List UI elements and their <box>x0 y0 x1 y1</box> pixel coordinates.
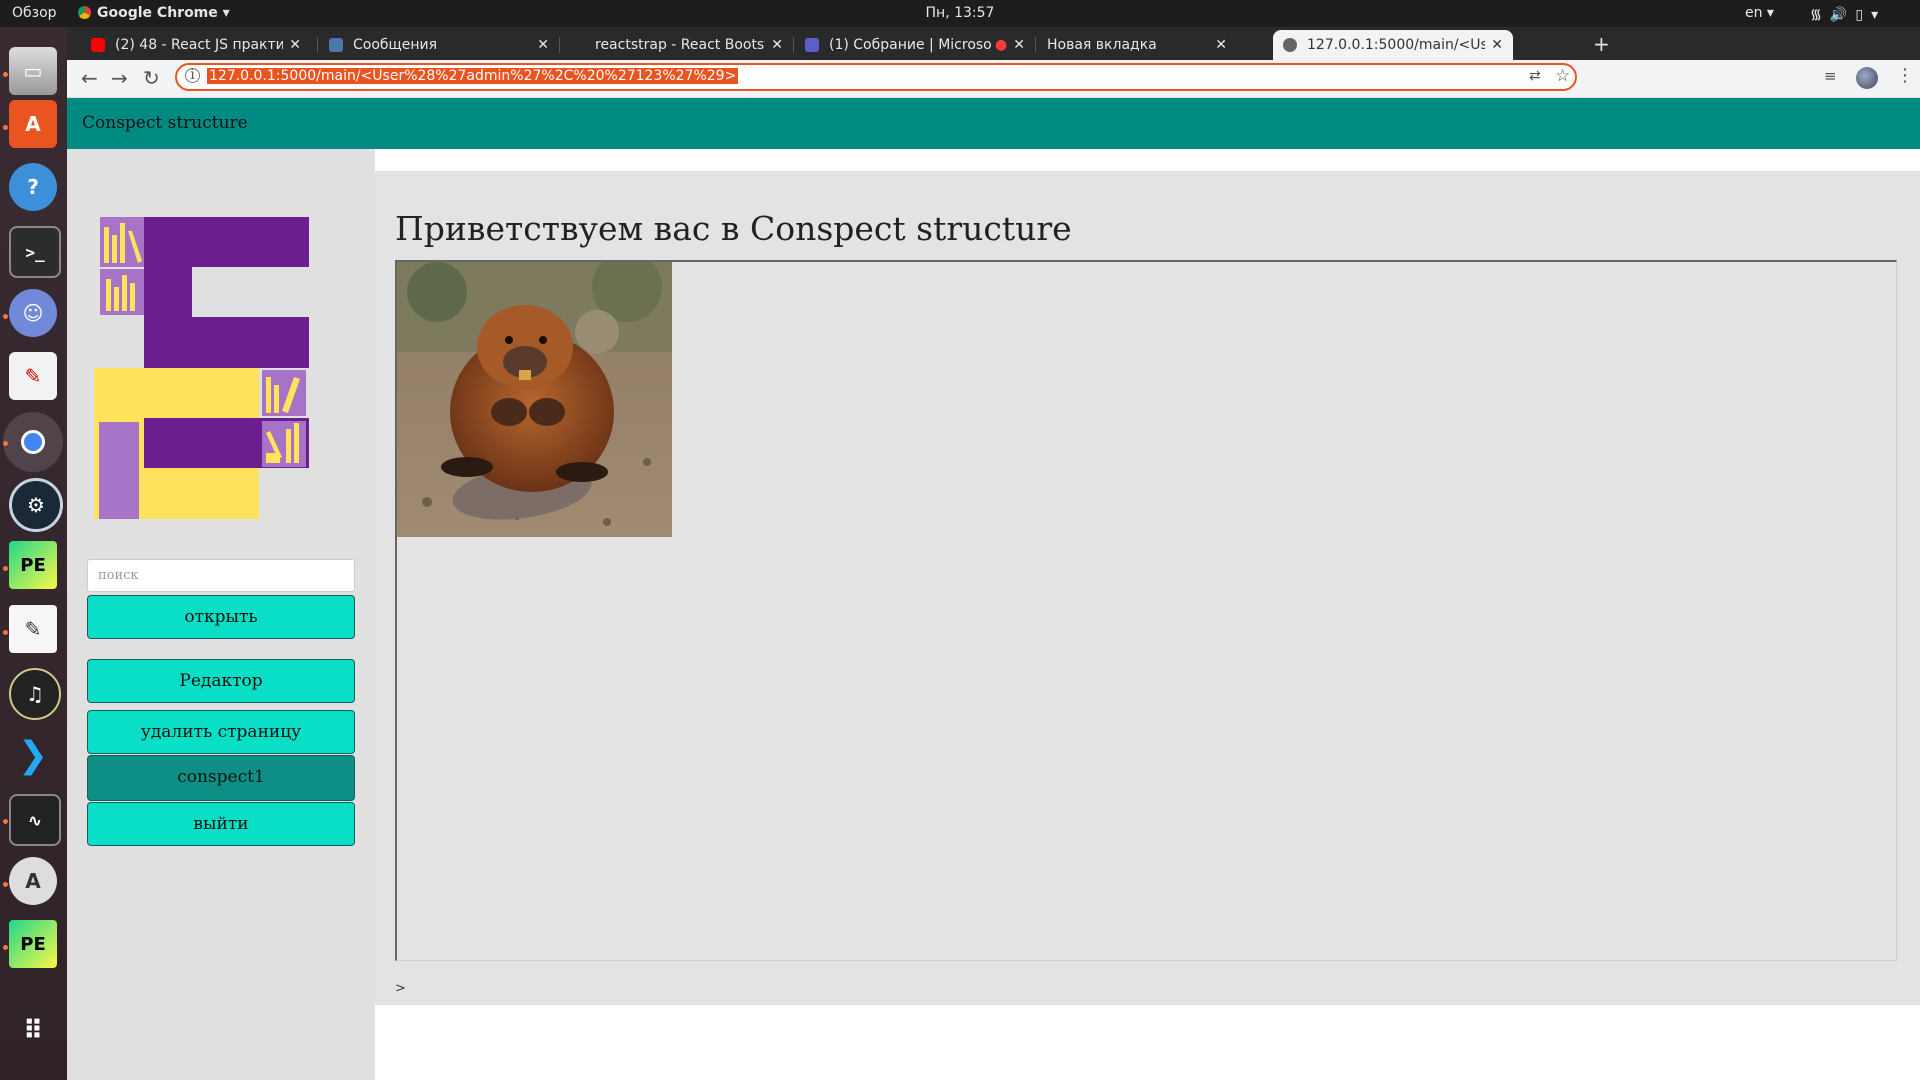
new-tab-button[interactable]: + <box>1593 32 1610 56</box>
running-indicator <box>3 441 8 446</box>
browser-toolbar: ← → ↻ i 127.0.0.1:5000/main/<User%28%27a… <box>67 60 1920 98</box>
tab-separator <box>793 37 794 53</box>
help-icon[interactable]: ? <box>9 163 57 211</box>
vscode-icon[interactable]: ❯ <box>9 731 57 779</box>
tray-arrow: ▾ <box>1871 7 1887 23</box>
pycharm-icon[interactable]: PE <box>9 920 57 968</box>
chrome-icon[interactable] <box>3 412 63 472</box>
system-top-bar: Обзор Google Chrome ▾ Пн, 13:57 en ▾ ᯾🔊▯… <box>0 0 1920 27</box>
dock: ▭ A ? >_ ☺ ✎ ⚙ PE ✎ ♫ ❯ ∿ A PE ⠿ <box>0 27 67 1080</box>
tab-teams[interactable]: (1) Собрание | Microsoft ● ✕ <box>795 30 1035 60</box>
page-viewport: Conspect structure поиск открыть Редакто… <box>67 98 1920 1080</box>
close-icon[interactable]: ✕ <box>1491 37 1503 53</box>
running-indicator <box>3 945 8 950</box>
clock[interactable]: Пн, 13:57 <box>0 5 1920 21</box>
tab-separator <box>559 37 560 53</box>
tab-messages[interactable]: Сообщения ✕ <box>319 30 559 60</box>
content-frame <box>395 260 1897 961</box>
rhythmbox-icon[interactable]: ♫ <box>9 668 61 720</box>
info-icon[interactable]: i <box>185 68 200 83</box>
chat-icon <box>329 38 343 52</box>
page-footer-area <box>375 1005 1920 1080</box>
tab-separator <box>1035 37 1036 53</box>
close-icon[interactable]: ✕ <box>289 37 301 53</box>
translate-icon[interactable]: ⇄ <box>1529 68 1541 84</box>
running-indicator <box>3 882 8 887</box>
running-indicator <box>3 314 8 319</box>
logout-button[interactable]: выйти <box>87 802 355 846</box>
tab-title: Сообщения <box>353 37 438 53</box>
running-indicator <box>3 630 8 635</box>
pdf-viewer-icon[interactable]: ✎ <box>9 352 57 400</box>
globe-icon <box>1283 38 1297 52</box>
steam-icon[interactable]: ⚙ <box>9 478 63 532</box>
teams-icon <box>805 38 819 52</box>
tab-title: Новая вкладка <box>1047 37 1157 53</box>
beaver-photo <box>397 262 672 537</box>
running-indicator <box>3 125 8 130</box>
page-title: Приветствуем вас в Conspect structure <box>395 209 1072 248</box>
tab-youtube[interactable]: (2) 48 - React JS практика ✕ <box>81 30 311 60</box>
close-icon[interactable]: ✕ <box>537 37 549 53</box>
sidebar: открыть Редактор удалить страницу conspe… <box>67 149 375 1080</box>
close-icon[interactable]: ✕ <box>771 37 783 53</box>
files-icon[interactable]: ▭ <box>9 47 57 95</box>
back-icon[interactable]: ← <box>81 66 98 90</box>
main-top-spacer <box>375 149 1920 171</box>
text-editor-icon[interactable]: ✎ <box>9 605 57 653</box>
tab-separator <box>317 37 318 53</box>
running-indicator <box>3 819 8 824</box>
address-bar[interactable]: i 127.0.0.1:5000/main/<User%28%27admin%2… <box>175 63 1577 91</box>
tab-localhost[interactable]: 127.0.0.1:5000/main/<User ✕ <box>1273 30 1513 60</box>
bookmark-star-icon[interactable]: ☆ <box>1555 66 1570 86</box>
url-text[interactable]: 127.0.0.1:5000/main/<User%28%27admin%27%… <box>207 68 739 84</box>
blank-favicon-icon <box>571 38 585 52</box>
reload-icon[interactable]: ↻ <box>143 66 160 90</box>
tab-title: (2) 48 - React JS практика <box>115 37 284 53</box>
terminal-icon[interactable]: >_ <box>9 226 61 278</box>
system-monitor-icon[interactable]: ∿ <box>9 794 61 846</box>
tab-title: 127.0.0.1:5000/main/<User <box>1307 37 1486 53</box>
main-content: Приветствуем вас в Conspect structure > <box>375 171 1920 1005</box>
running-indicator <box>3 566 8 571</box>
conspect-item-button[interactable]: conspect1 <box>87 755 355 801</box>
tab-strip: (2) 48 - React JS практика ✕ Сообщения ✕… <box>67 27 1920 60</box>
running-indicator <box>3 72 8 77</box>
recording-icon: ● <box>995 37 1008 53</box>
wifi-icon: ᯾ <box>1810 7 1830 23</box>
volume-icon: 🔊 <box>1829 7 1856 23</box>
discord-icon[interactable]: ☺ <box>9 289 57 337</box>
software-updater-icon[interactable]: A <box>9 857 57 905</box>
profile-avatar[interactable] <box>1856 67 1878 89</box>
tab-title: reactstrap - React Bootstr <box>595 37 766 53</box>
forward-icon[interactable]: → <box>111 66 128 90</box>
tab-title: (1) Собрание | Microsoft <box>829 37 992 53</box>
tab-new-tab[interactable]: Новая вкладка ✕ <box>1037 30 1237 60</box>
software-center-icon[interactable]: A <box>9 100 57 148</box>
stray-text: > <box>395 981 406 996</box>
site-navbar: Conspect structure <box>67 98 1920 149</box>
pycharm-icon[interactable]: PE <box>9 541 57 589</box>
site-brand[interactable]: Conspect structure <box>82 113 248 133</box>
close-icon[interactable]: ✕ <box>1215 37 1227 53</box>
open-button[interactable]: открыть <box>87 595 355 639</box>
system-tray[interactable]: ᯾🔊▯▾ <box>1810 5 1886 24</box>
conspect-logo <box>94 217 309 519</box>
close-icon[interactable]: ✕ <box>1013 37 1025 53</box>
youtube-icon <box>91 38 105 52</box>
search-input[interactable] <box>87 559 355 592</box>
delete-page-button[interactable]: удалить страницу <box>87 710 355 754</box>
reading-list-icon[interactable]: ≡ <box>1824 67 1837 85</box>
kebab-menu-icon[interactable]: ⋮ <box>1896 65 1914 86</box>
editor-button[interactable]: Редактор <box>87 659 355 703</box>
show-applications-icon[interactable]: ⠿ <box>9 1007 57 1055</box>
battery-icon: ▯ <box>1855 7 1872 23</box>
tab-reactstrap[interactable]: reactstrap - React Bootstr ✕ <box>561 30 793 60</box>
language-indicator[interactable]: en ▾ <box>1745 5 1774 21</box>
